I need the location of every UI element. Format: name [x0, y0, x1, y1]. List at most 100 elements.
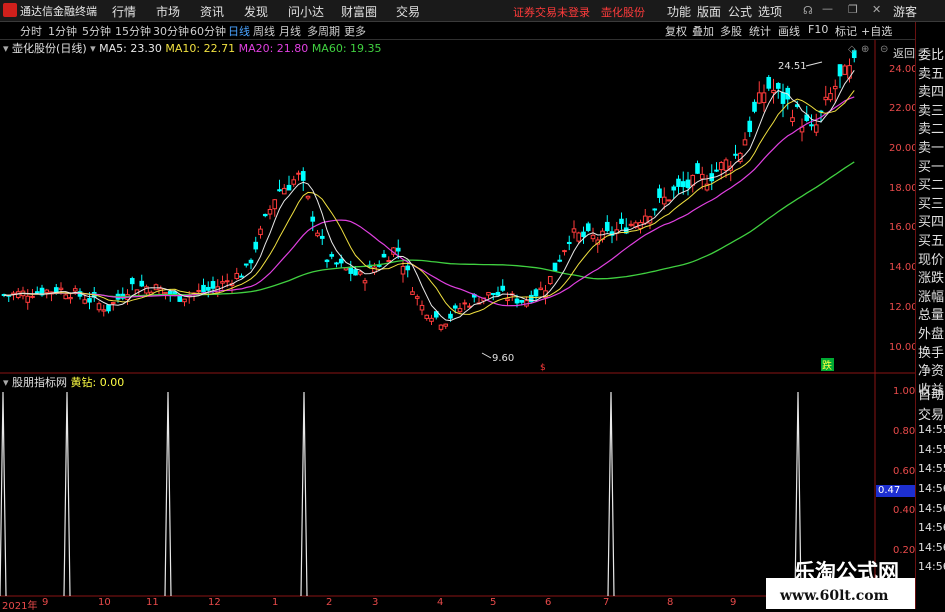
tool-mark[interactable]: 标记	[835, 23, 857, 39]
tool-draw[interactable]: 画线	[778, 23, 800, 39]
tab-15min[interactable]: 15分钟	[115, 23, 151, 39]
guest-label[interactable]: 游客	[893, 3, 917, 20]
menu-ask[interactable]: 问小达	[288, 3, 324, 20]
menu-quotes[interactable]: 行情	[112, 3, 136, 20]
period-tab-bar: 分时 1分钟 5分钟 15分钟 30分钟 60分钟 日线 周线 月线 多周期 更…	[0, 22, 915, 60]
tab-intraday[interactable]: 分时	[20, 23, 42, 39]
menu-formula[interactable]: 公式	[728, 3, 752, 20]
candle-body	[310, 216, 316, 222]
menu-function[interactable]: 功能	[667, 3, 691, 20]
trade-time-label: 14:56	[918, 501, 945, 515]
candle-body	[671, 186, 677, 191]
minimize-icon[interactable]: —	[822, 2, 833, 15]
candle-body	[813, 124, 819, 133]
indicator-tick: 0.60	[893, 466, 916, 477]
price-tick: 10.00	[889, 342, 918, 353]
quote-field-label: 委比	[918, 48, 945, 63]
candle-body	[414, 296, 420, 299]
down-signal-label: 跌	[822, 359, 832, 372]
menu-discover[interactable]: 发现	[244, 3, 268, 20]
tab-5min[interactable]: 5分钟	[82, 23, 111, 39]
login-warning[interactable]: 证券交易未登录 壶化股份	[513, 4, 645, 20]
quote-field-label: 买五	[918, 234, 945, 249]
tool-overlay[interactable]: 叠加	[692, 23, 714, 39]
candle-body	[338, 258, 344, 264]
time-tick: 3	[372, 597, 379, 608]
dropdown-icon[interactable]: ▾	[90, 42, 96, 55]
title-bar: 通达信金融终端 行情 市场 资讯 发现 问小达 财富圈 交易 证券交易未登录 壶…	[0, 0, 945, 22]
candle-body	[809, 124, 814, 127]
collapse-icon[interactable]: ▾	[3, 376, 9, 389]
candle-body	[837, 64, 843, 77]
candle-body	[277, 189, 282, 192]
candle-body	[267, 209, 273, 215]
menu-wealth[interactable]: 财富圈	[341, 3, 377, 20]
candle-body	[210, 281, 216, 289]
price-tick: 16.00	[889, 222, 918, 233]
headset-icon[interactable]: ☊	[803, 4, 813, 17]
quote-field-label: 卖三	[918, 103, 945, 119]
tool-f10[interactable]: F10	[808, 23, 828, 36]
quote-field-label: 净资	[918, 364, 945, 380]
candle-body	[305, 195, 311, 199]
candle-body	[405, 265, 411, 271]
tab-60min[interactable]: 60分钟	[190, 23, 226, 39]
candle-body	[357, 271, 363, 275]
kline-chart[interactable]: 24.51 9.60 $ 跌 ◇ ⊕ ⊝	[0, 40, 915, 609]
tab-1min[interactable]: 1分钟	[48, 23, 77, 39]
diamond-icon[interactable]: ◇	[848, 44, 856, 55]
candle-body	[514, 298, 520, 304]
candle-body	[395, 247, 401, 252]
tool-multi[interactable]: 多股	[720, 23, 742, 39]
candle-body	[723, 159, 729, 171]
indicator-tick: 0.20	[893, 545, 916, 556]
quote-field-label: 卖五	[918, 66, 945, 82]
app-logo-icon	[3, 3, 17, 17]
tab-30min[interactable]: 30分钟	[153, 23, 189, 39]
chart-settings-icon[interactable]: ⊕	[861, 44, 869, 55]
candle-body	[566, 241, 572, 245]
tool-stats[interactable]: 统计	[749, 23, 771, 39]
indicator-spike	[0, 391, 7, 597]
menu-options[interactable]: 选项	[758, 3, 782, 20]
trade-time-label: 14:55	[918, 423, 945, 437]
time-tick: 1	[272, 597, 279, 608]
candle-body	[163, 291, 168, 295]
trade-time-label: 14:56	[918, 521, 945, 535]
high-price-label: 24.51	[778, 61, 807, 72]
tab-daily[interactable]: 日线	[228, 23, 250, 39]
tool-add-favorite[interactable]: +自选	[861, 23, 892, 39]
quote-field-label: 买一	[918, 159, 945, 175]
restore-icon[interactable]: ❐	[848, 3, 858, 16]
menu-market[interactable]: 市场	[156, 3, 180, 20]
collapse-icon[interactable]: ▾	[3, 42, 9, 55]
menu-trade[interactable]: 交易	[396, 3, 420, 20]
ma10-value: MA10: 22.71	[165, 42, 236, 55]
candle-body	[205, 286, 211, 291]
candle-body	[106, 304, 111, 312]
candle-body	[685, 179, 691, 188]
low-pointer	[481, 352, 492, 359]
candle-body	[628, 223, 634, 226]
candle-body	[343, 267, 349, 271]
indicator-spikes	[0, 391, 802, 597]
candle-body	[410, 291, 415, 295]
indicator-name[interactable]: 股朋指标网	[12, 376, 67, 389]
close-icon[interactable]: ✕	[872, 3, 881, 16]
candle-body	[490, 292, 496, 295]
menu-news[interactable]: 资讯	[200, 3, 224, 20]
expand-icon[interactable]: ⊝	[880, 44, 888, 55]
quote-field-label: 现价	[918, 252, 945, 268]
indicator-tick: 0.40	[893, 505, 916, 516]
candle-body	[334, 262, 339, 265]
tab-more[interactable]: 更多	[344, 23, 366, 39]
tool-adjust[interactable]: 复权	[665, 23, 687, 39]
menu-layout[interactable]: 版面	[697, 3, 721, 20]
tab-monthly[interactable]: 月线	[279, 23, 301, 39]
quote-field-label: 换手	[918, 345, 945, 361]
tab-weekly[interactable]: 周线	[253, 23, 275, 39]
tab-multi-period[interactable]: 多周期	[307, 23, 340, 39]
candle-body	[419, 304, 425, 311]
quote-field-label: 买四	[918, 215, 945, 231]
candle-body	[291, 179, 297, 185]
